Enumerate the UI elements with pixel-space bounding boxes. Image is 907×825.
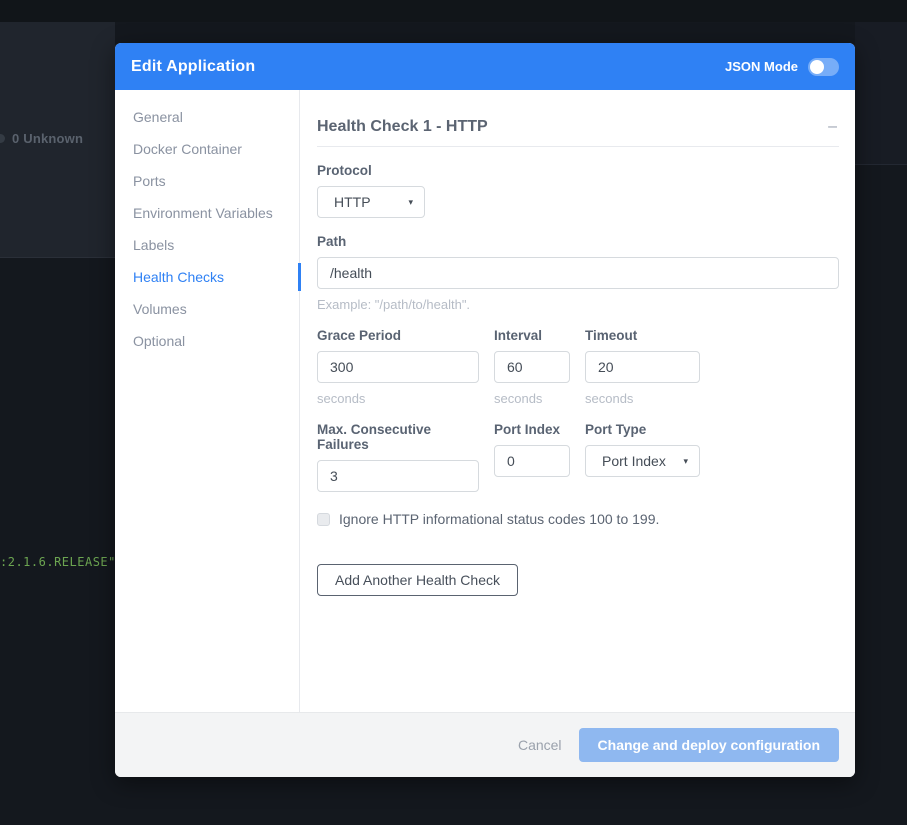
path-help-text: Example: "/path/to/health". — [317, 297, 839, 312]
protocol-select-value: HTTP — [334, 194, 371, 210]
status-label: 0 Unknown — [12, 131, 83, 146]
status-dot-icon — [0, 134, 5, 143]
protocol-select[interactable]: HTTP ▾ — [317, 186, 425, 218]
modal-footer: Cancel Change and deploy configuration — [115, 712, 855, 777]
health-checks-panel: Health Check 1 - HTTP – Protocol HTTP ▾ … — [300, 90, 855, 712]
modal-sidebar: General Docker Container Ports Environme… — [115, 90, 300, 712]
ignore-http-codes-row: Ignore HTTP informational status codes 1… — [317, 511, 839, 527]
sidebar-item-ports[interactable]: Ports — [115, 165, 299, 197]
path-label: Path — [317, 234, 839, 249]
timeout-label: Timeout — [585, 328, 700, 343]
timeout-unit: seconds — [585, 391, 700, 406]
edit-application-modal: Edit Application JSON Mode General Docke… — [115, 43, 855, 777]
chevron-down-icon: ▾ — [683, 456, 688, 467]
max-consecutive-failures-input[interactable] — [317, 460, 479, 492]
change-and-deploy-button[interactable]: Change and deploy configuration — [579, 728, 839, 762]
add-health-check-button[interactable]: Add Another Health Check — [317, 564, 518, 596]
chevron-down-icon: ▾ — [408, 197, 413, 208]
json-mode-toggle[interactable] — [808, 58, 839, 76]
port-fields-row: Max. Consecutive Failures Port Index Por… — [317, 406, 839, 492]
grace-period-label: Grace Period — [317, 328, 479, 343]
max-consecutive-failures-field: Max. Consecutive Failures — [317, 406, 479, 492]
protocol-label: Protocol — [317, 163, 839, 178]
sidebar-item-environment-variables[interactable]: Environment Variables — [115, 197, 299, 229]
interval-input[interactable] — [494, 351, 570, 383]
sidebar-item-general[interactable]: General — [115, 101, 299, 133]
ignore-http-codes-checkbox[interactable] — [317, 513, 330, 526]
port-index-label: Port Index — [494, 422, 570, 437]
timeout-input[interactable] — [585, 351, 700, 383]
background-code-snippet: :2.1.6.RELEASE", — [0, 555, 124, 569]
port-type-select-value: Port Index — [602, 453, 666, 469]
sidebar-item-docker-container[interactable]: Docker Container — [115, 133, 299, 165]
grace-period-input[interactable] — [317, 351, 479, 383]
sidebar-item-optional[interactable]: Optional — [115, 325, 299, 357]
timing-fields-row: Grace Period seconds Interval seconds Ti… — [317, 312, 839, 406]
background-right-panel — [855, 22, 907, 165]
modal-header: Edit Application JSON Mode — [115, 43, 855, 90]
cancel-button[interactable]: Cancel — [518, 737, 562, 753]
json-mode-control: JSON Mode — [725, 58, 839, 76]
ignore-http-codes-label: Ignore HTTP informational status codes 1… — [339, 511, 659, 527]
port-type-select[interactable]: Port Index ▾ — [585, 445, 700, 477]
health-check-section-header: Health Check 1 - HTTP – — [317, 118, 839, 147]
code-version-text: :2.1.6.RELEASE" — [0, 555, 116, 569]
background-top-bar — [0, 0, 907, 22]
timeout-field: Timeout seconds — [585, 312, 700, 406]
path-input[interactable] — [317, 257, 839, 289]
sidebar-item-health-checks[interactable]: Health Checks — [115, 261, 299, 293]
collapse-section-icon[interactable]: – — [826, 119, 839, 135]
sidebar-item-labels[interactable]: Labels — [115, 229, 299, 261]
interval-label: Interval — [494, 328, 570, 343]
health-check-section-title: Health Check 1 - HTTP — [317, 118, 488, 136]
modal-title: Edit Application — [131, 58, 255, 76]
interval-unit: seconds — [494, 391, 570, 406]
json-mode-label: JSON Mode — [725, 59, 798, 74]
port-index-field: Port Index — [494, 406, 570, 492]
interval-field: Interval seconds — [494, 312, 570, 406]
grace-period-field: Grace Period seconds — [317, 312, 479, 406]
port-type-label: Port Type — [585, 422, 700, 437]
port-index-input[interactable] — [494, 445, 570, 477]
sidebar-item-volumes[interactable]: Volumes — [115, 293, 299, 325]
port-type-field: Port Type Port Index ▾ — [585, 406, 700, 492]
grace-period-unit: seconds — [317, 391, 479, 406]
toggle-knob — [810, 60, 824, 74]
modal-body: General Docker Container Ports Environme… — [115, 90, 855, 712]
status-row: 0 Unknown — [0, 131, 83, 146]
max-consecutive-failures-label: Max. Consecutive Failures — [317, 422, 479, 452]
